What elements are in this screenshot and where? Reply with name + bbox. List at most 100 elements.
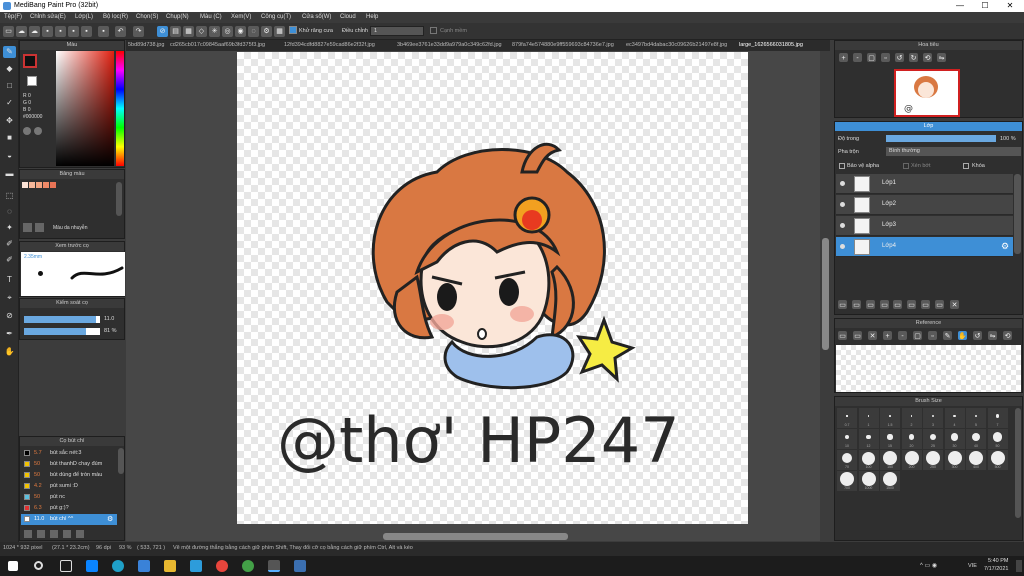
redo-icon[interactable]: ↷	[133, 26, 144, 37]
brush-size-cell[interactable]: 1000	[858, 471, 879, 491]
brush-size-cell[interactable]: 250	[923, 450, 943, 470]
snap-off-icon[interactable]: ⊘	[157, 26, 168, 37]
brush-size-cell[interactable]: 1500	[880, 471, 900, 491]
copy-layer-icon[interactable]: ▭	[921, 300, 930, 309]
brush-size-cell[interactable]: 300	[944, 450, 965, 470]
visibility-eye-icon[interactable]	[840, 181, 845, 186]
snap-circle-icon[interactable]: ◎	[222, 26, 233, 37]
merge-layer-icon[interactable]: ▭	[935, 300, 944, 309]
reference-eyedropper-icon[interactable]: ✎	[943, 331, 952, 340]
snap-parallel-icon[interactable]: ▤	[170, 26, 181, 37]
tab-doc[interactable]: 12fd394cdfd8827e59cad86e2f32f.jpg	[284, 42, 375, 48]
brush-size-cell[interactable]: 40	[966, 429, 986, 449]
mail-icon[interactable]	[138, 560, 150, 572]
brush-size-cell[interactable]: 150	[880, 450, 900, 470]
brush-size-cell[interactable]: 15	[880, 429, 900, 449]
brush-size-cell[interactable]: 5	[966, 408, 986, 428]
menu-edit[interactable]: Chỉnh sửa(E)	[30, 14, 66, 20]
reference-import-icon[interactable]: ▭	[853, 331, 862, 340]
brush-item[interactable]: 50 bút dùng để tròn màu	[21, 470, 117, 481]
save-cloud-icon[interactable]: ☁	[29, 26, 40, 37]
soft-edge-checkbox[interactable]	[430, 27, 437, 34]
windows-start-icon[interactable]	[8, 561, 18, 571]
reference-rotate-icon[interactable]: ↺	[973, 331, 982, 340]
chrome-icon[interactable]	[216, 560, 228, 572]
clock-time[interactable]: 5:40 PM	[988, 558, 1008, 564]
new-halftone-layer-icon[interactable]: ▭	[852, 300, 861, 309]
brush-size-cell[interactable]: 700	[837, 471, 857, 491]
stabilizer-select[interactable]: 1	[370, 26, 424, 36]
tab-doc-active[interactable]: large_1626566031805.jpg	[739, 42, 803, 48]
zalo-icon[interactable]	[190, 560, 202, 572]
color-saturation-picker[interactable]	[56, 51, 114, 166]
canvas-horizontal-scrollbar[interactable]	[383, 533, 568, 540]
hand-tool-icon[interactable]: ✋	[3, 346, 16, 358]
app-green-icon[interactable]	[242, 560, 254, 572]
palette-swatch[interactable]	[43, 182, 49, 188]
menu-tools[interactable]: Công cụ(T)	[261, 14, 291, 20]
microsoft-store-icon[interactable]	[86, 560, 98, 572]
brush-size-cell[interactable]: 20	[901, 429, 922, 449]
palette-swatch[interactable]	[29, 182, 35, 188]
snap-settings-icon[interactable]: ⚙	[261, 26, 272, 37]
reference-zoom-out-icon[interactable]: -	[898, 331, 907, 340]
eraser-tool-icon[interactable]: ◆	[3, 63, 16, 75]
new-8bit-layer-icon[interactable]: ▭	[866, 300, 875, 309]
text-tool-icon[interactable]: T	[3, 274, 16, 286]
rotate-reset-icon[interactable]: ⟲	[923, 53, 932, 62]
rotate-right-icon[interactable]: ↻	[909, 53, 918, 62]
brush-item[interactable]: 50 bút thanhD chay đúm	[21, 459, 117, 470]
undo-icon[interactable]: ↶	[115, 26, 126, 37]
protect-alpha-checkbox[interactable]	[839, 163, 845, 169]
select-eraser-icon[interactable]: ✐	[3, 254, 16, 266]
brush-size-cell[interactable]: 1	[858, 408, 879, 428]
medibang-taskbar-icon[interactable]	[268, 560, 280, 572]
brush-size-cell[interactable]: 30	[944, 429, 965, 449]
menu-cloud[interactable]: Cloud	[340, 14, 356, 20]
brush-item[interactable]: 5.7 bút sắc nét:3	[21, 448, 117, 459]
brush-copy-icon[interactable]	[76, 530, 84, 538]
palette-scrollbar[interactable]	[116, 182, 122, 216]
paste-icon[interactable]: ▪	[68, 26, 79, 37]
magic-wand-icon[interactable]: ✦	[3, 222, 16, 234]
brush-size-scrollbar[interactable]	[1015, 408, 1021, 518]
brush-settings-icon[interactable]: ⚙	[107, 515, 113, 523]
new-file-icon[interactable]: ▭	[3, 26, 14, 37]
brush-size-cell[interactable]: 0.7	[837, 408, 857, 428]
brush-size-cell[interactable]: 500	[987, 450, 1008, 470]
lasso-tool-icon[interactable]: ◌	[3, 206, 16, 218]
brush-list-scrollbar[interactable]	[118, 448, 124, 474]
layer-row-selected[interactable]: Lớp4 ⚙	[836, 237, 1013, 257]
reference-hand-icon[interactable]: ✋	[958, 331, 967, 340]
layer-row[interactable]: Lớp1	[836, 174, 1013, 194]
reference-flip-icon[interactable]: ⇋	[988, 331, 997, 340]
brush-size-cell[interactable]: 400	[966, 450, 986, 470]
snap-cross-icon[interactable]: ▦	[183, 26, 194, 37]
zoom-actual-icon[interactable]: ▫	[881, 53, 890, 62]
secondary-color-swatch[interactable]	[27, 76, 37, 86]
palette-swatch[interactable]	[22, 182, 28, 188]
layer-row[interactable]: Lớp2	[836, 195, 1013, 215]
gradient-tool-icon[interactable]: ▬	[3, 168, 16, 180]
visibility-eye-icon[interactable]	[840, 223, 845, 228]
visibility-eye-icon[interactable]	[840, 202, 845, 207]
reference-fit-icon[interactable]: ▢	[913, 331, 922, 340]
brush-size-cell[interactable]: 1.5	[880, 408, 900, 428]
open-cloud-icon[interactable]: ☁	[16, 26, 27, 37]
snap-radial-icon[interactable]: ✳	[209, 26, 220, 37]
brush-item-selected[interactable]: 11.0 bút chì ^^ ⚙	[21, 514, 117, 525]
select-pen-icon[interactable]: ✐	[3, 238, 16, 250]
brush-up-icon[interactable]	[24, 530, 32, 538]
reference-actual-icon[interactable]: ▫	[928, 331, 937, 340]
brush-size-cell[interactable]: 200	[901, 450, 922, 470]
layer-settings-icon[interactable]: ⚙	[1001, 241, 1009, 252]
brush-size-cell[interactable]: 7	[987, 408, 1008, 428]
edge-browser-icon[interactable]	[112, 560, 124, 572]
palette-dropdown[interactable]: Màu da nhuyễn	[53, 225, 87, 231]
operation-tool-icon[interactable]: ⌖	[3, 292, 16, 304]
menu-view[interactable]: Xem(V)	[231, 14, 251, 20]
snap-curve-icon[interactable]: ◉	[235, 26, 246, 37]
tray-icons[interactable]: ^ ▭ ◉	[920, 562, 937, 569]
eyedropper-tool-icon[interactable]: ⊘	[3, 310, 16, 322]
blend-mode-select[interactable]: Bình thường	[886, 147, 1021, 156]
